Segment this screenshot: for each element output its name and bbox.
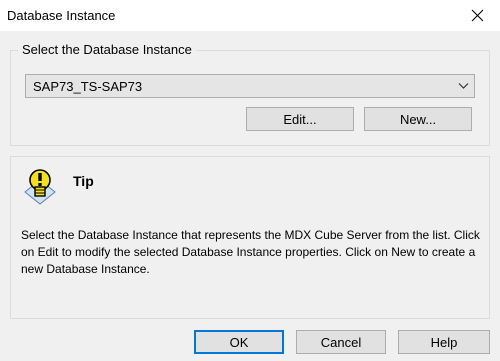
close-icon [471,9,483,22]
chevron-down-icon [458,83,469,89]
group-label: Select the Database Instance [18,42,196,57]
ok-button[interactable]: OK [194,330,284,354]
new-button[interactable]: New... [364,107,472,131]
close-button[interactable] [454,0,500,31]
tip-title: Tip [73,173,94,189]
database-instance-group [10,50,490,146]
selected-instance: SAP73_TS-SAP73 [33,79,143,94]
title-bar: Database Instance [0,0,500,31]
edit-button[interactable]: Edit... [246,107,354,131]
tip-text: Select the Database Instance that repres… [21,228,480,276]
window-title: Database Instance [7,8,116,23]
database-instance-select[interactable]: SAP73_TS-SAP73 [25,74,475,98]
lightbulb-icon [24,169,56,205]
cancel-button[interactable]: Cancel [296,330,386,354]
help-button[interactable]: Help [398,330,490,354]
